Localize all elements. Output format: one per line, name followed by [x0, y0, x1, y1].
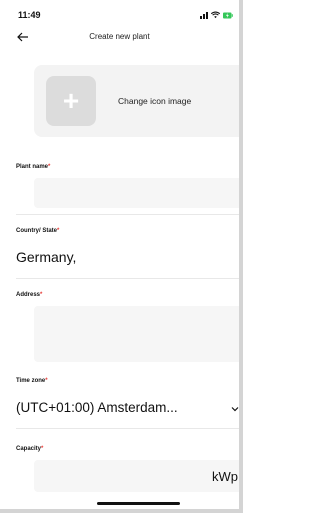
status-icons: [200, 11, 233, 19]
capacity-label: Capacity*: [16, 446, 44, 452]
change-icon-label: Change icon image: [118, 96, 192, 106]
capacity-unit: kWp: [212, 469, 238, 484]
cellular-signal-icon: [200, 11, 208, 19]
plant-name-field[interactable]: [34, 178, 239, 208]
battery-charging-icon: [223, 12, 233, 18]
plus-icon: +: [62, 85, 80, 116]
divider: [16, 214, 239, 215]
home-indicator: [97, 502, 180, 505]
chevron-down-icon: [231, 407, 239, 412]
change-icon-card[interactable]: + Change icon image: [34, 65, 239, 137]
address-label: Address*: [16, 292, 43, 298]
status-time: 11:49: [18, 10, 41, 20]
time-zone-select[interactable]: (UTC+01:00) Amsterdam...: [16, 392, 239, 424]
divider: [16, 428, 239, 429]
country-state-field[interactable]: Germany,: [16, 242, 239, 272]
divider: [16, 278, 239, 279]
capacity-field[interactable]: kWp: [34, 460, 239, 492]
address-field[interactable]: [34, 306, 239, 362]
plant-name-label: Plant name*: [16, 164, 51, 170]
status-bar: 11:49: [0, 8, 239, 24]
screen: 11:49 Create new plant + Change icon ima…: [0, 0, 243, 513]
page-title: Create new plant: [89, 32, 150, 41]
time-zone-label: Time zone*: [16, 378, 48, 384]
wifi-icon: [211, 11, 220, 19]
country-state-label: Country/ State*: [16, 228, 60, 234]
plant-icon-placeholder[interactable]: +: [46, 76, 96, 126]
